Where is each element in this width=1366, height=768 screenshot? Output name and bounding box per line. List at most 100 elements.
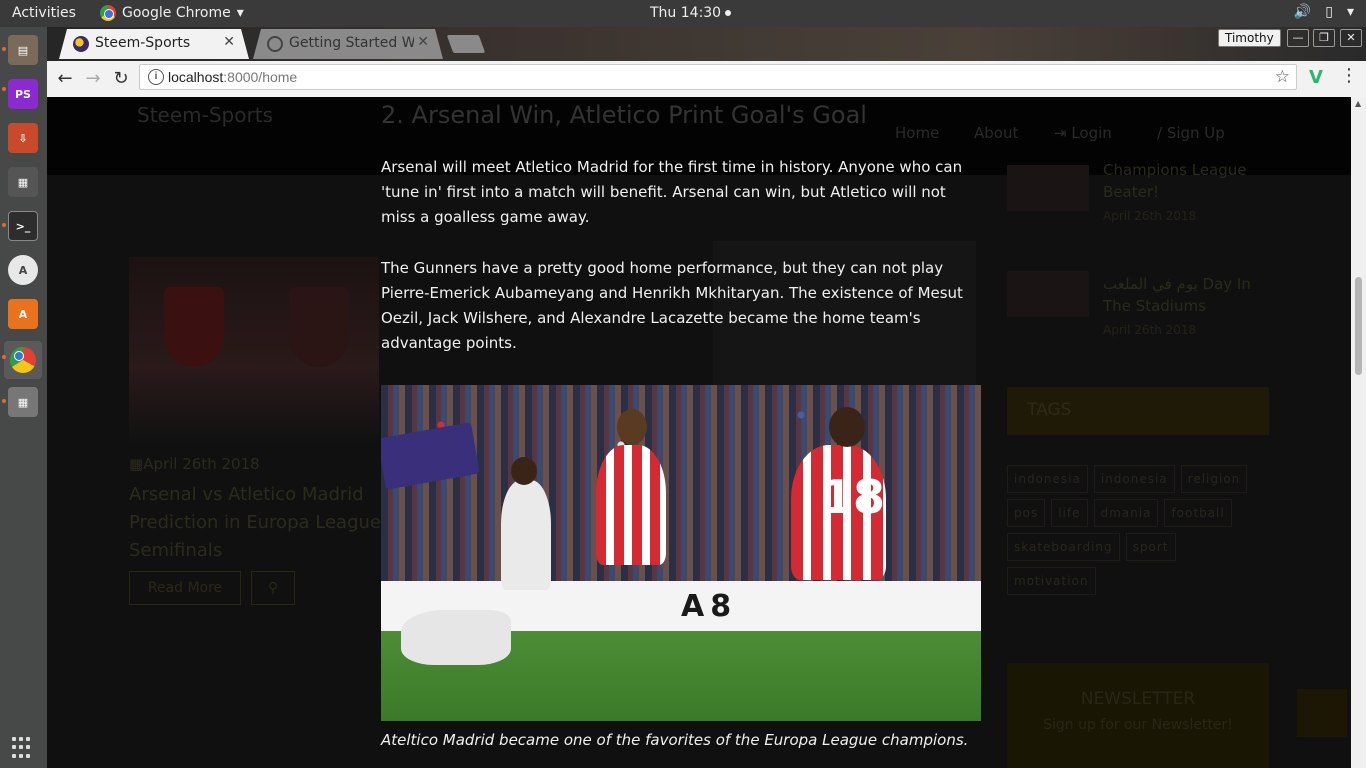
chrome-menu-icon[interactable]: ⋮ xyxy=(1340,65,1358,86)
tab-title: Steem-Sports xyxy=(95,35,191,51)
reload-button[interactable]: ↻ xyxy=(109,67,133,91)
profile-button[interactable]: Timothy xyxy=(1218,29,1281,47)
forward-button[interactable]: → xyxy=(81,67,105,91)
system-tray[interactable]: 🔊 ▯ ▾ xyxy=(1294,4,1354,20)
maximize-button[interactable]: ❐ xyxy=(1313,29,1335,47)
back-button[interactable]: ← xyxy=(53,67,77,91)
software-updater-icon[interactable]: A xyxy=(8,255,38,285)
activities-button[interactable]: Activities xyxy=(12,5,76,21)
tag-cloud: indonesia indonesia religion pos life dm… xyxy=(1007,465,1269,595)
battery-icon: ▯ xyxy=(1325,4,1333,20)
chevron-down-icon: ▾ xyxy=(236,5,244,21)
photo-player xyxy=(401,610,511,665)
volume-icon: 🔊 xyxy=(1293,4,1312,20)
nav-signup[interactable]: / Sign Up xyxy=(1157,124,1225,142)
photo-player-head xyxy=(511,457,537,485)
photo-player-head xyxy=(829,407,865,447)
calendar-icon: ▦ xyxy=(129,455,144,473)
clock[interactable]: Thu 14:30 xyxy=(650,5,732,21)
photo-shirt-number: 18 xyxy=(821,470,886,524)
tab-strip: Steem-Sports ✕ Getting Started Wit ✕ Tim… xyxy=(47,27,1366,61)
system-top-bar: Activities Google Chrome ▾ Thu 14:30 🔊 ▯… xyxy=(0,0,1366,27)
sidebar-post-date: April 26th 2018 xyxy=(1103,323,1197,337)
nav-login[interactable]: ⇥ Login xyxy=(1054,124,1112,142)
tag[interactable]: sport xyxy=(1125,533,1176,561)
close-tab-icon[interactable]: ✕ xyxy=(417,34,429,50)
tab-steem-sports[interactable]: Steem-Sports ✕ xyxy=(59,29,249,59)
search-icon: ⚲ xyxy=(267,580,279,596)
article-heading: 2. Arsenal Win, Atletico Print Goal's Go… xyxy=(381,101,867,129)
back-to-top-button[interactable] xyxy=(1297,689,1347,737)
close-window-button[interactable]: ✕ xyxy=(1340,29,1362,47)
sidebar-post-thumb[interactable] xyxy=(1007,165,1089,211)
sidebar-post-date: April 26th 2018 xyxy=(1103,209,1197,223)
site-info-icon[interactable]: i xyxy=(148,69,164,85)
tag[interactable]: football xyxy=(1164,499,1232,527)
photo-player xyxy=(596,445,666,565)
codepen-favicon-icon xyxy=(267,36,283,52)
minimize-button[interactable]: — xyxy=(1287,29,1309,47)
close-tab-icon[interactable]: ✕ xyxy=(223,34,235,50)
chrome-dock-icon[interactable] xyxy=(4,341,42,379)
scrollbar-thumb[interactable] xyxy=(1355,277,1362,375)
running-indicator xyxy=(2,87,6,91)
article-photo: A8 18 xyxy=(381,385,981,721)
bookmark-star-icon[interactable]: ☆ xyxy=(1275,67,1290,87)
sidebar-post-thumb[interactable] xyxy=(1007,271,1089,317)
app-store-icon[interactable]: A xyxy=(8,299,38,329)
scroll-up-icon[interactable]: ▲ xyxy=(1355,99,1361,108)
tab-getting-started[interactable]: Getting Started Wit ✕ xyxy=(253,29,443,59)
tag[interactable]: indonesia xyxy=(1007,465,1088,493)
phpstorm-icon[interactable]: PS xyxy=(8,79,38,109)
card-title[interactable]: Arsenal vs Atletico Madrid Prediction in… xyxy=(129,481,399,565)
dock: ▤ PS ⇩ ▦ >_ A A ▦ xyxy=(0,27,47,768)
article-modal: 2. Arsenal Win, Atletico Print Goal's Go… xyxy=(381,97,981,768)
running-indicator xyxy=(2,223,6,227)
newsletter-heading: NEWSLETTER xyxy=(1080,689,1196,709)
page-scrollbar[interactable]: ▲ xyxy=(1351,97,1366,768)
files-icon[interactable]: ▤ xyxy=(8,35,38,65)
card-date: ▦April 26th 2018 xyxy=(129,455,260,473)
new-tab-button[interactable] xyxy=(446,35,486,53)
calculator-icon[interactable]: ▦ xyxy=(8,387,38,417)
site-brand[interactable]: Steem-Sports xyxy=(137,103,273,127)
newsletter-subtitle: Sign up for our Newsletter! xyxy=(1043,717,1233,733)
sidebar-post-title[interactable]: Champions League Beater! xyxy=(1103,159,1253,203)
photo-crowd xyxy=(381,385,981,585)
atletico-crest xyxy=(289,287,349,367)
sidebar-post-title[interactable]: يوم في الملعب Day In The Stadiums xyxy=(1103,273,1253,317)
article-paragraph: Arsenal will meet Atletico Madrid for th… xyxy=(381,158,963,226)
vue-devtools-icon[interactable]: V xyxy=(1309,67,1323,88)
tag[interactable]: dmania xyxy=(1093,499,1159,527)
login-icon: ⇥ xyxy=(1054,124,1072,142)
video-editor-icon[interactable]: ▦ xyxy=(8,167,38,197)
tag[interactable]: motivation xyxy=(1007,567,1096,595)
installer-icon[interactable]: ⇩ xyxy=(8,123,38,153)
url-text: localhost:8000/home xyxy=(168,69,298,85)
tag[interactable]: life xyxy=(1051,499,1088,527)
show-apps-icon[interactable] xyxy=(12,737,34,759)
address-bar[interactable]: i localhost:8000/home ☆ xyxy=(139,64,1297,90)
newsletter-box: NEWSLETTER Sign up for our Newsletter! xyxy=(1007,663,1269,768)
search-button[interactable]: ⚲ xyxy=(251,571,295,605)
tags-heading: TAGS xyxy=(1007,387,1269,435)
tab-title: Getting Started Wit xyxy=(289,35,414,51)
terminal-icon[interactable]: >_ xyxy=(8,211,38,241)
steem-favicon-icon xyxy=(73,36,89,52)
running-indicator xyxy=(2,399,6,403)
photo-caption: Ateltico Madrid became one of the favori… xyxy=(381,731,969,749)
chrome-icon xyxy=(100,5,116,21)
tag[interactable]: pos xyxy=(1007,499,1046,527)
tag[interactable]: skateboarding xyxy=(1007,533,1120,561)
tag[interactable]: religion xyxy=(1180,465,1248,493)
photo-player xyxy=(501,480,551,590)
card-image[interactable] xyxy=(129,257,379,442)
tag[interactable]: indonesia xyxy=(1093,465,1175,493)
running-indicator xyxy=(2,355,6,359)
article-paragraph: The Gunners have a pretty good home perf… xyxy=(381,259,963,352)
page-viewport: Steem-Sports Home About ⇥ Login / Sign U… xyxy=(47,97,1351,768)
app-menu[interactable]: Google Chrome ▾ xyxy=(100,5,244,21)
read-more-button[interactable]: Read More xyxy=(129,571,241,605)
running-indicator xyxy=(2,47,6,51)
browser-window: Steem-Sports ✕ Getting Started Wit ✕ Tim… xyxy=(47,27,1366,768)
